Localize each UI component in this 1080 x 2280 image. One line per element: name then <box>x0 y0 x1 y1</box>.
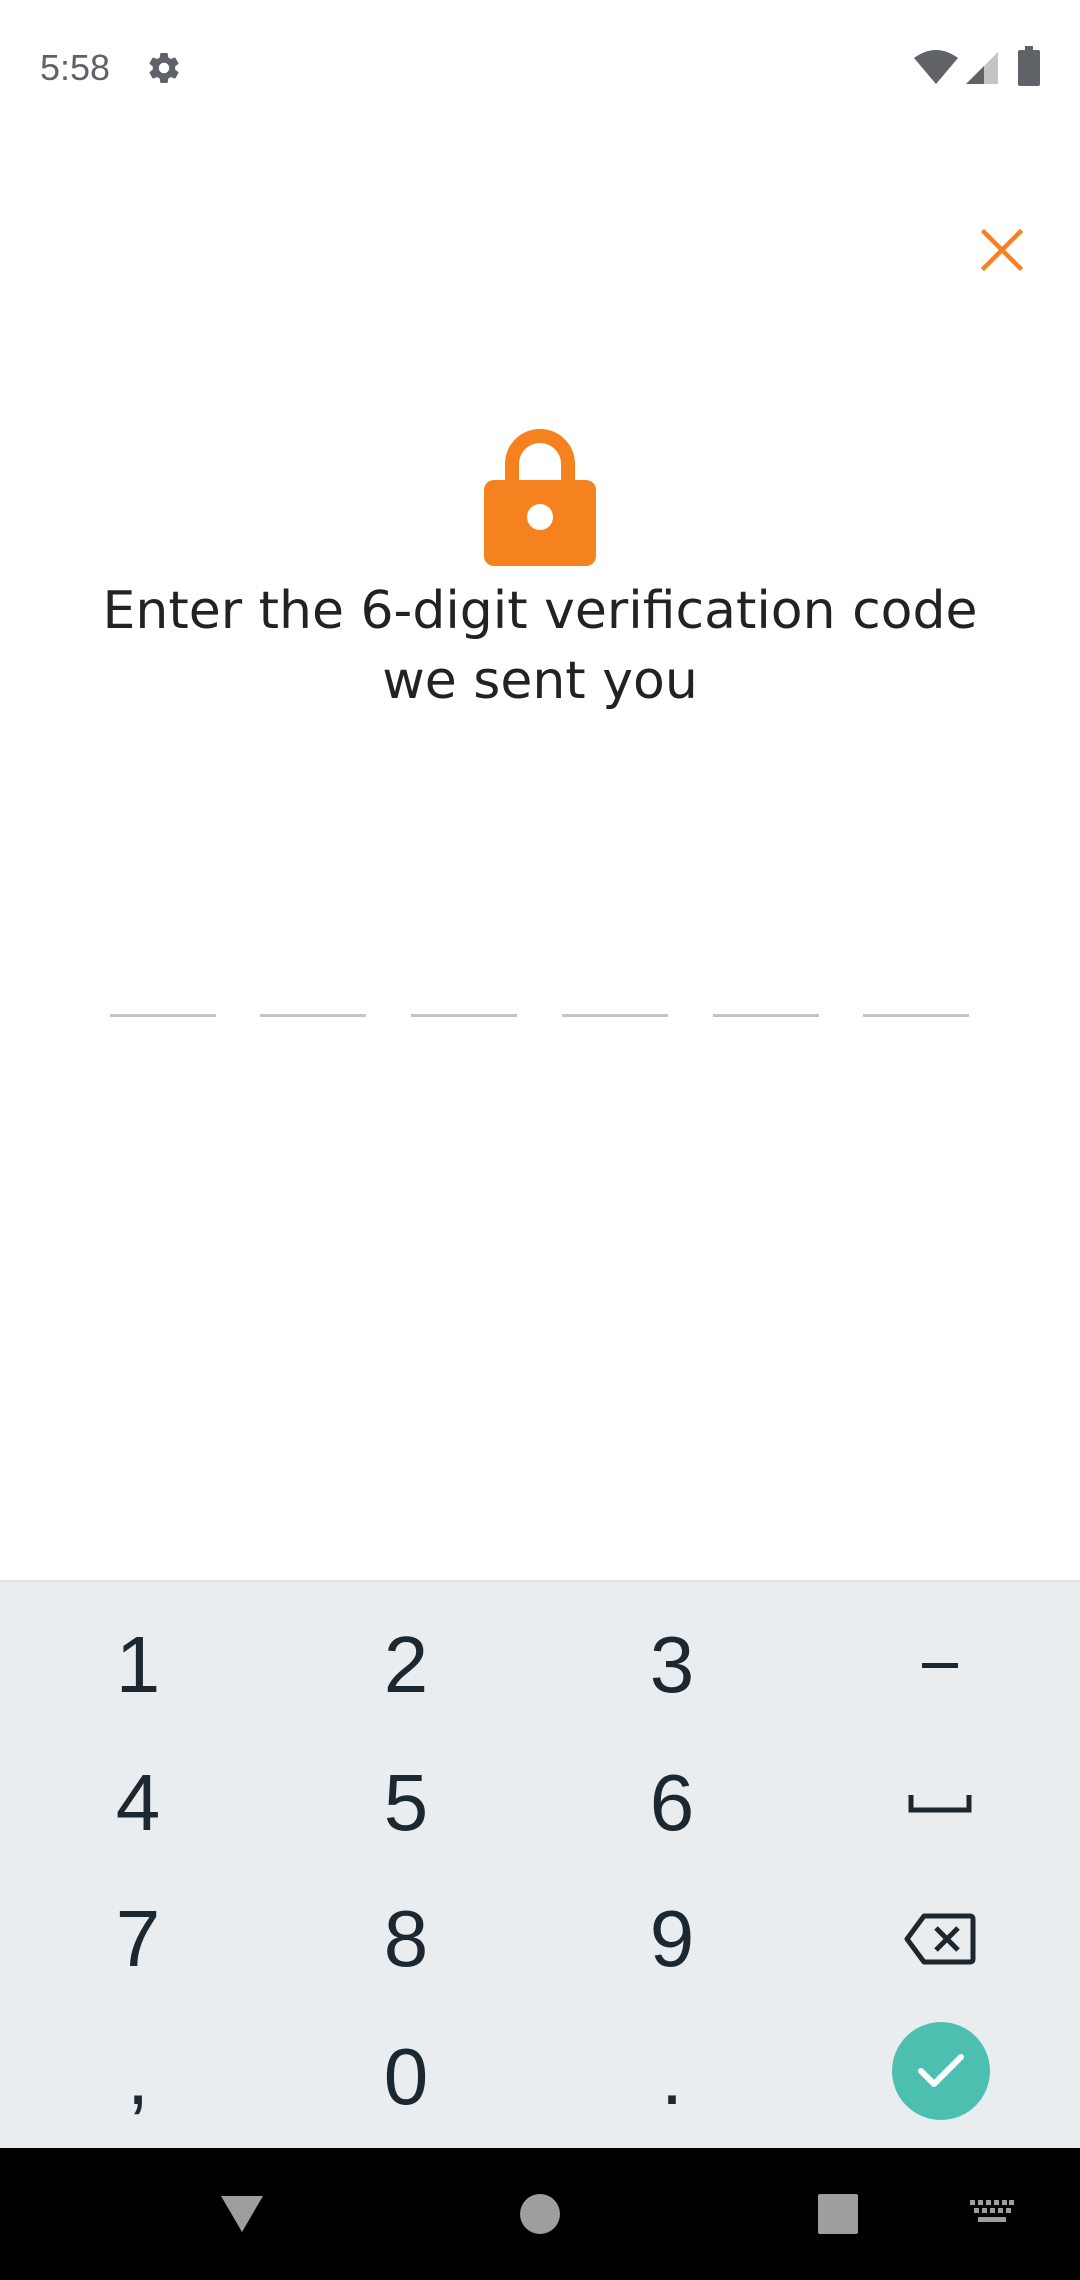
key-7[interactable]: 7 <box>38 1874 238 2004</box>
status-time: 5:58 <box>40 47 111 88</box>
numeric-keyboard: 1 2 3 4 5 6 7 8 9 , 0 . <box>0 1580 1080 2150</box>
enter-key[interactable] <box>892 2022 990 2120</box>
cell-signal-icon <box>966 52 998 84</box>
back-icon <box>221 2196 263 2232</box>
close-button[interactable] <box>966 214 1038 286</box>
code-digit-3[interactable] <box>411 960 517 1017</box>
recents-button[interactable] <box>796 2148 880 2280</box>
key-0[interactable]: 0 <box>306 2012 506 2142</box>
home-button[interactable] <box>498 2148 582 2280</box>
key-4[interactable]: 4 <box>38 1738 238 1868</box>
key-5[interactable]: 5 <box>306 1738 506 1868</box>
code-digit-2[interactable] <box>260 960 366 1017</box>
backspace-icon <box>904 1913 976 1965</box>
close-icon <box>980 228 1024 272</box>
key-9[interactable]: 9 <box>572 1874 772 2004</box>
prompt-line-1: Enter the 6-digit verification code <box>102 581 978 641</box>
key-dash[interactable] <box>840 1600 1040 1730</box>
key-comma[interactable]: , <box>38 2012 238 2142</box>
status-bar: 5:58 <box>0 0 1080 136</box>
dash-icon <box>922 1663 958 1668</box>
recents-icon <box>818 2194 858 2234</box>
code-digit-6[interactable] <box>863 960 969 1017</box>
key-period[interactable]: . <box>572 2012 772 2142</box>
code-digit-4[interactable] <box>562 960 668 1017</box>
lock-icon <box>484 429 596 566</box>
battery-icon <box>1018 46 1040 86</box>
verification-prompt: Enter the 6-digit verification code we s… <box>60 576 1020 716</box>
keyboard-switch-icon <box>970 2200 1014 2222</box>
wifi-icon <box>914 50 958 84</box>
key-3[interactable]: 3 <box>572 1600 772 1730</box>
check-icon <box>918 2054 964 2087</box>
key-space[interactable] <box>840 1738 1040 1868</box>
navigation-bar <box>0 2148 1080 2280</box>
gear-icon <box>149 53 179 84</box>
keyboard-switch-button[interactable] <box>952 2148 1032 2280</box>
key-6[interactable]: 6 <box>572 1738 772 1868</box>
prompt-line-2: we sent you <box>382 651 698 711</box>
key-1[interactable]: 1 <box>38 1600 238 1730</box>
space-icon <box>908 1795 972 1813</box>
key-8[interactable]: 8 <box>306 1874 506 2004</box>
verification-screen: 5:58 Enter the 6-digit verification code… <box>0 0 1080 2280</box>
verification-code-input <box>110 960 970 1017</box>
key-backspace[interactable] <box>840 1874 1040 2004</box>
code-digit-5[interactable] <box>713 960 819 1017</box>
back-button[interactable] <box>200 2148 284 2280</box>
code-digit-1[interactable] <box>110 960 216 1017</box>
home-icon <box>520 2194 560 2234</box>
key-2[interactable]: 2 <box>306 1600 506 1730</box>
